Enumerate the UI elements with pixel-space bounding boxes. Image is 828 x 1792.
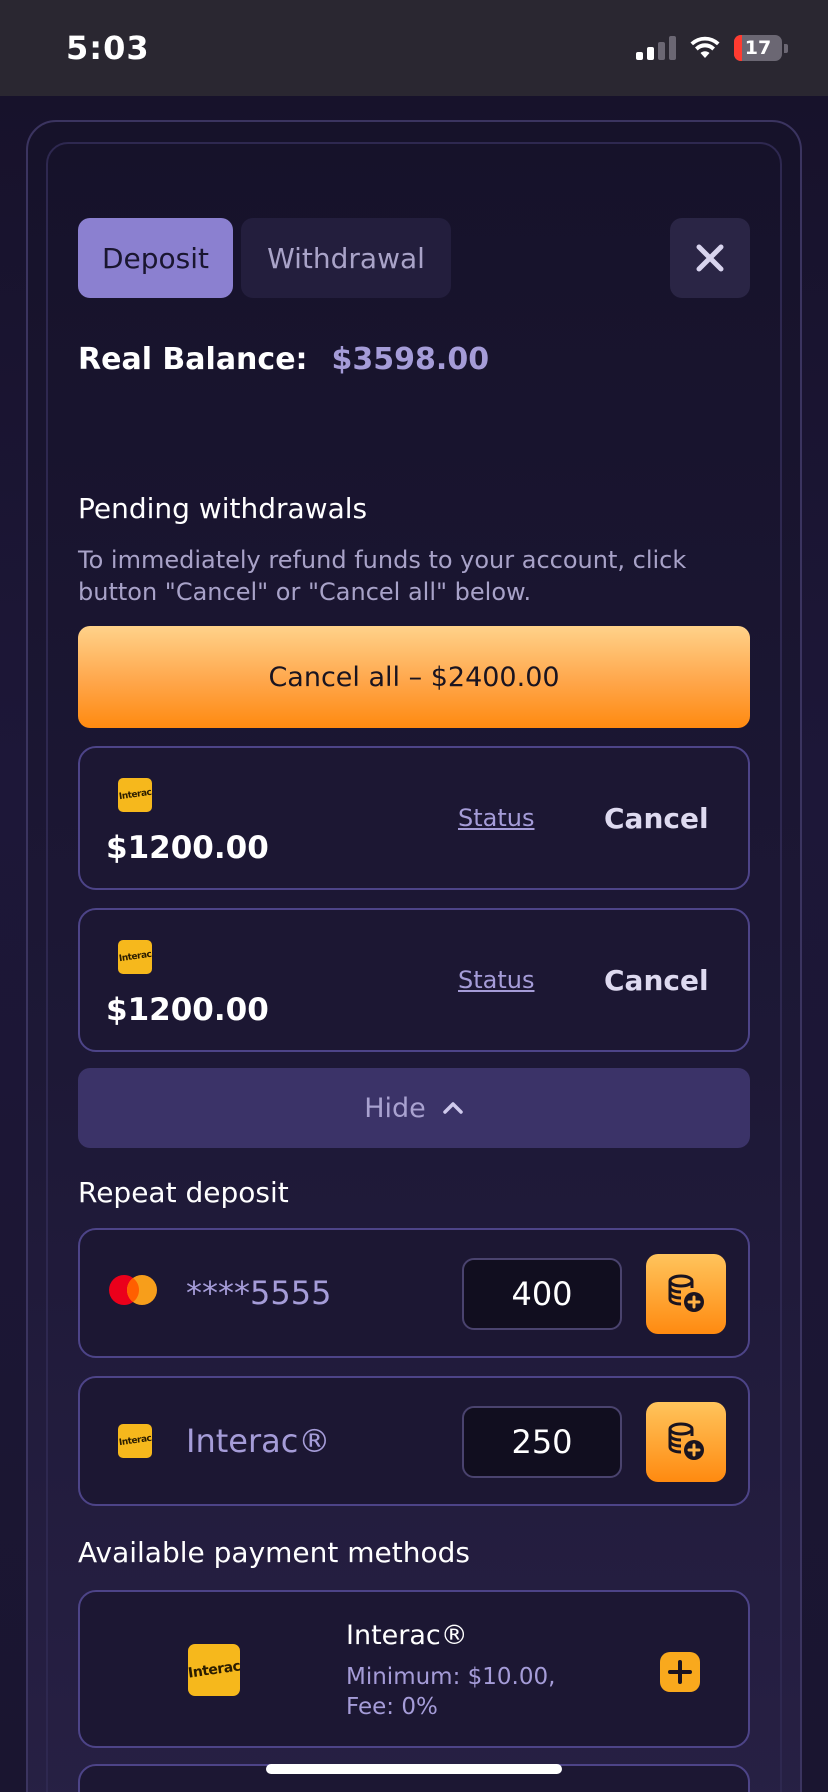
pending-description: To immediately refund funds to your acco… xyxy=(78,546,687,606)
deposit-amount-input[interactable]: 400 xyxy=(462,1258,622,1330)
fee: Fee: 0% xyxy=(346,1694,438,1720)
repeat-deposit-button[interactable] xyxy=(646,1254,726,1334)
coins-add-icon xyxy=(668,1274,704,1312)
close-button[interactable] xyxy=(670,218,750,298)
status-icons: 17 xyxy=(636,35,788,61)
status-bar: 5:03 17 xyxy=(0,0,828,96)
wifi-icon xyxy=(690,36,720,58)
add-payment-method-button[interactable] xyxy=(660,1652,700,1692)
chevron-up-icon xyxy=(443,1102,463,1114)
minimum-amount: Minimum: $10.00, xyxy=(346,1664,556,1690)
withdrawal-amount: $1200.00 xyxy=(106,992,269,1028)
battery-icon: 17 xyxy=(734,35,788,61)
withdrawal-amount: $1200.00 xyxy=(106,830,269,866)
repeat-deposit-title: Repeat deposit xyxy=(78,1176,289,1209)
mastercard-icon xyxy=(109,1275,157,1305)
available-methods-title: Available payment methods xyxy=(78,1536,470,1569)
interac-logo-icon: Interac xyxy=(188,1644,240,1696)
battery-level: 17 xyxy=(744,37,772,59)
close-icon xyxy=(696,244,724,272)
repeat-deposit-item: Interac Interac® 250 xyxy=(78,1376,750,1506)
tab-withdrawal[interactable]: Withdrawal xyxy=(241,218,451,298)
cancel-withdrawal-button[interactable]: Cancel xyxy=(604,964,709,997)
interac-logo-icon: Interac xyxy=(118,1424,152,1458)
payment-method-item[interactable]: Interac Interac® Minimum: $10.00, Fee: 0… xyxy=(78,1590,750,1748)
payment-method-name: Interac® xyxy=(346,1620,468,1651)
interac-logo-icon: Interac xyxy=(118,778,152,812)
cancel-withdrawal-button[interactable]: Cancel xyxy=(604,802,709,835)
coins-add-icon xyxy=(668,1422,704,1460)
cellular-signal-icon xyxy=(636,36,676,60)
hide-button[interactable]: Hide xyxy=(78,1068,750,1148)
hide-label: Hide xyxy=(364,1092,426,1124)
balance-value: $3598.00 xyxy=(331,342,490,377)
deposit-amount-input[interactable]: 250 xyxy=(462,1406,622,1478)
interac-logo-icon: Interac xyxy=(118,940,152,974)
tab-deposit[interactable]: Deposit xyxy=(78,218,233,298)
home-indicator xyxy=(266,1764,562,1774)
card-number: ****5555 xyxy=(186,1274,332,1312)
pending-withdrawal-item: Interac $1200.00 Status Cancel xyxy=(78,908,750,1052)
real-balance: Real Balance: $3598.00 xyxy=(78,342,489,377)
pending-withdrawals-title: Pending withdrawals xyxy=(78,492,368,525)
cancel-all-button[interactable]: Cancel all – $2400.00 xyxy=(78,626,750,728)
payment-method-name: Interac® xyxy=(186,1422,331,1460)
tab-bar: Deposit Withdrawal xyxy=(78,218,451,298)
repeat-deposit-button[interactable] xyxy=(646,1402,726,1482)
payment-method-details: Minimum: $10.00, Fee: 0% xyxy=(346,1662,555,1722)
balance-label: Real Balance: xyxy=(78,342,308,377)
status-link[interactable]: Status xyxy=(458,966,534,994)
pending-withdrawal-item: Interac $1200.00 Status Cancel xyxy=(78,746,750,890)
status-link[interactable]: Status xyxy=(458,804,534,832)
status-time: 5:03 xyxy=(66,29,150,67)
repeat-deposit-item: ****5555 400 xyxy=(78,1228,750,1358)
plus-icon xyxy=(668,1660,692,1684)
